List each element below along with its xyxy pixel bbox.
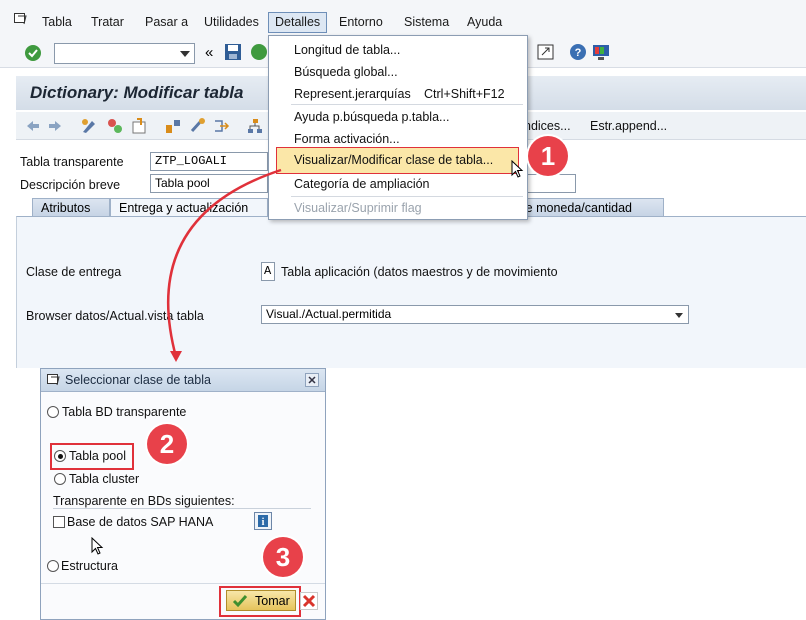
menu-item-longitud-tabla[interactable]: Longitud de tabla... — [294, 43, 400, 57]
radio-transparent[interactable] — [47, 406, 59, 418]
next-object-icon[interactable] — [46, 117, 64, 135]
back-icon[interactable] — [250, 43, 270, 63]
radio-structure[interactable] — [47, 560, 59, 572]
delivery-class-label: Clase de entrega — [26, 265, 122, 279]
menu-pasar-a[interactable]: Pasar a — [145, 15, 188, 29]
shortcut-text: Ctrl+Shift+F12 — [424, 87, 505, 101]
cancel-button[interactable] — [300, 592, 318, 610]
menu-ayuda[interactable]: Ayuda — [467, 15, 502, 29]
object-list-icon[interactable] — [188, 117, 206, 135]
callout-badge-2: 2 — [147, 424, 187, 464]
menu-screen-icon[interactable] — [14, 13, 28, 25]
collapse-arrows-icon[interactable]: « — [205, 44, 213, 61]
mouse-cursor-icon — [511, 159, 525, 183]
section-label: Transparente en BDs siguientes: — [53, 494, 235, 508]
activate-icon[interactable] — [130, 117, 148, 135]
new-session-icon[interactable] — [537, 43, 557, 63]
menu-item-ayuda-busqueda[interactable]: Ayuda p.búsqueda p.tabla... — [294, 110, 449, 124]
radio-cluster-label: Tabla cluster — [69, 472, 140, 486]
tab-panel: Clase de entrega A Tabla aplicación (dat… — [16, 216, 806, 368]
section-divider — [53, 508, 311, 509]
append-structures-button[interactable]: Estr.append... — [590, 119, 667, 133]
radio-transparent-label: Tabla BD transparente — [62, 405, 187, 419]
radio-pool-label: Tabla pool — [69, 449, 126, 463]
radio-cluster[interactable] — [54, 473, 66, 485]
dialog-title: Seleccionar clase de tabla — [65, 373, 211, 387]
customize-layout-icon[interactable] — [592, 43, 612, 63]
table-name-field[interactable]: ZTP_LOGALI — [150, 152, 268, 171]
short-description-field[interactable]: Tabla pool — [150, 174, 268, 193]
menu-item-categoria-ampliacion[interactable]: Categoría de ampliación — [294, 177, 430, 191]
check-object-icon[interactable] — [106, 117, 124, 135]
dialog-window-icon — [47, 374, 61, 389]
info-icon[interactable]: i — [254, 512, 272, 530]
data-browser-label: Browser datos/Actual.vista tabla — [26, 309, 204, 323]
menu-separator — [291, 196, 523, 197]
tab-entrega-actualizacion[interactable]: Entrega y actualización — [110, 198, 268, 217]
radio-pool[interactable] — [54, 450, 66, 462]
previous-object-icon[interactable] — [24, 117, 42, 135]
menu-item-modificar-clase-tabla[interactable]: Visualizar/Modificar clase de tabla... — [294, 153, 493, 167]
menu-detalles[interactable]: Detalles — [268, 12, 328, 33]
radio-structure-label: Estructura — [61, 559, 118, 573]
menu-tabla[interactable]: Tabla — [42, 15, 72, 29]
hierarchy-icon[interactable] — [246, 117, 264, 135]
data-browser-value: Visual./Actual.permitida — [266, 307, 392, 321]
menu-item-represent-jerarquias[interactable]: Represent.jerarquías — [294, 87, 411, 101]
ok-button[interactable]: Tomar — [226, 590, 296, 611]
data-browser-select[interactable]: Visual./Actual.permitida — [261, 305, 689, 324]
mouse-cursor-icon — [91, 536, 105, 560]
menu-bar: Tabla Tratar Pasar a Utilidades Detalles… — [0, 0, 806, 40]
short-description-field-end[interactable] — [526, 174, 576, 193]
callout-badge-3: 3 — [263, 537, 303, 577]
display-change-icon[interactable] — [80, 117, 98, 135]
menu-utilidades[interactable]: Utilidades — [204, 15, 259, 29]
callout-badge-1: 1 — [528, 136, 568, 176]
indices-button[interactable]: ndices... — [524, 119, 571, 133]
menu-separator — [291, 104, 523, 105]
menu-item-suprimir-flag: Visualizar/Suprimir flag — [294, 201, 422, 215]
svg-text:i: i — [262, 517, 265, 528]
dialog-titlebar: Seleccionar clase de tabla — [41, 369, 325, 392]
chevron-down-icon[interactable] — [180, 51, 190, 57]
detalles-dropdown-menu: Longitud de tabla... Búsqueda global... … — [268, 35, 528, 220]
menu-entorno[interactable]: Entorno — [339, 15, 383, 29]
menu-tratar[interactable]: Tratar — [91, 15, 124, 29]
checkbox-hana[interactable] — [53, 516, 65, 528]
tab-atributos[interactable]: Atributos — [32, 198, 110, 217]
svg-text:?: ? — [575, 47, 582, 59]
chevron-down-icon[interactable] — [675, 313, 683, 318]
delivery-class-text: Tabla aplicación (datos maestros y de mo… — [281, 265, 558, 279]
menu-sistema[interactable]: Sistema — [404, 15, 449, 29]
menu-item-forma-activacion[interactable]: Forma activación... — [294, 132, 400, 146]
check-icon — [232, 594, 248, 611]
menu-item-busqueda-global[interactable]: Búsqueda global... — [294, 65, 398, 79]
page-title: Dictionary: Modificar tabla — [30, 83, 244, 102]
ok-button-label: Tomar — [255, 594, 290, 608]
where-used-icon[interactable] — [164, 117, 182, 135]
help-icon[interactable]: ? — [569, 43, 589, 63]
enter-check-icon[interactable] — [23, 43, 43, 63]
checkbox-hana-label: Base de datos SAP HANA — [67, 515, 214, 529]
select-table-class-dialog: Seleccionar clase de tabla Tabla BD tran… — [40, 368, 326, 620]
short-description-label: Descripción breve — [20, 178, 121, 192]
footer-divider — [41, 583, 325, 584]
table-type-label: Tabla transparente — [20, 155, 124, 169]
save-icon[interactable] — [224, 43, 244, 63]
close-icon[interactable] — [305, 373, 319, 387]
cancel-x-icon — [302, 594, 316, 608]
navigation-icon[interactable] — [212, 117, 230, 135]
delivery-class-field[interactable]: A — [261, 262, 275, 281]
command-field[interactable] — [54, 43, 195, 64]
